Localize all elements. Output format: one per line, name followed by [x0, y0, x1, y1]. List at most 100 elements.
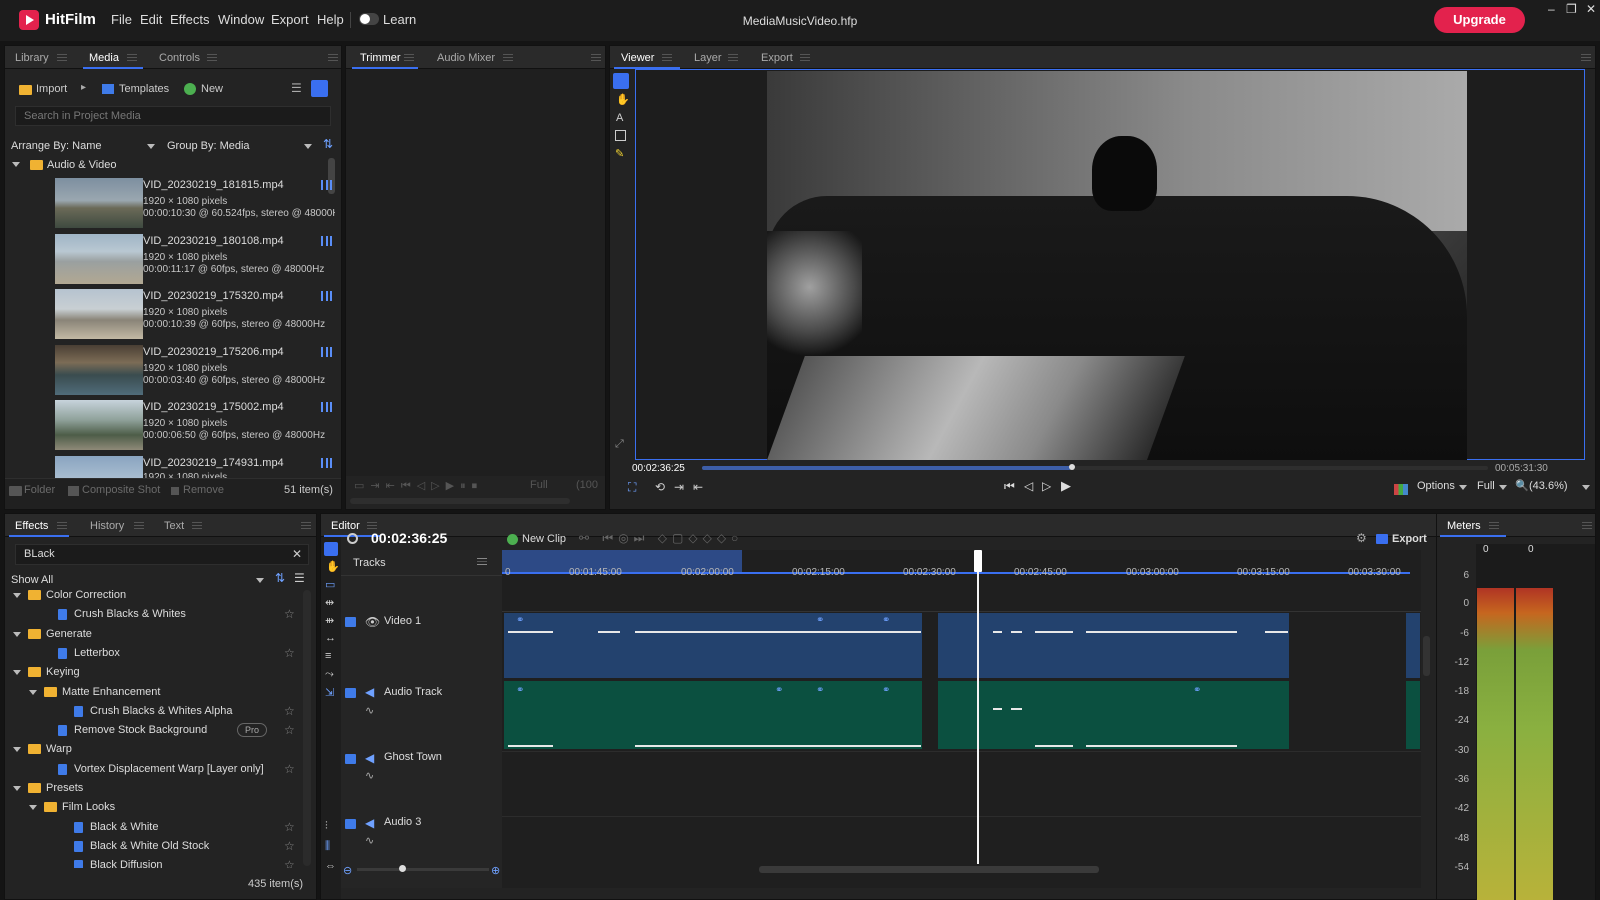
new-button[interactable]: New: [201, 83, 223, 95]
list-view-icon[interactable]: ☰: [291, 81, 302, 95]
effect-folder-row[interactable]: Color Correction: [5, 586, 301, 605]
track-lock-icon[interactable]: [345, 688, 356, 698]
trimmer-zoom[interactable]: (100: [576, 479, 598, 491]
effects-filter-dropdown[interactable]: Show All: [11, 574, 53, 586]
expand-icon[interactable]: [13, 786, 21, 791]
text-tool-icon[interactable]: A: [616, 112, 623, 124]
speaker-icon[interactable]: ◀: [365, 816, 374, 830]
media-item-name[interactable]: VID_20230219_175206.mp4: [143, 346, 284, 358]
panel-menu-icon[interactable]: [328, 54, 338, 61]
track-lock-icon[interactable]: [345, 617, 356, 627]
new-folder-button[interactable]: Folder: [24, 484, 55, 496]
remove-button[interactable]: Remove: [183, 484, 224, 496]
zoom-slider[interactable]: [357, 868, 489, 871]
track-name[interactable]: Video 1: [384, 615, 421, 627]
list-view-icon[interactable]: ☰: [294, 571, 305, 585]
expand-icon[interactable]: [29, 805, 37, 811]
step-back-icon[interactable]: ◁: [1024, 479, 1033, 493]
track-name[interactable]: Audio Track: [384, 686, 442, 698]
effect-folder-row[interactable]: Film Looks: [5, 798, 301, 817]
timeline-vscrollbar[interactable]: [1423, 636, 1430, 676]
expand-icon[interactable]: [13, 593, 21, 598]
tab-library[interactable]: Library: [15, 52, 49, 64]
media-thumbnail[interactable]: [55, 456, 143, 478]
tracks-menu-icon[interactable]: [477, 558, 487, 565]
tab-menu-icon[interactable]: [134, 522, 144, 529]
speaker-icon[interactable]: ◀: [365, 751, 374, 765]
media-item-name[interactable]: VID_20230219_174931.mp4: [143, 457, 284, 469]
track-height-icon[interactable]: ⇔: [325, 860, 336, 872]
favorite-star-icon[interactable]: ☆: [284, 607, 295, 621]
media-thumbnail[interactable]: [55, 289, 143, 339]
tab-menu-icon[interactable]: [127, 54, 137, 61]
waveform-icon[interactable]: ∿: [365, 769, 374, 782]
favorite-star-icon[interactable]: ☆: [284, 646, 295, 660]
roll-tool-icon[interactable]: ↔: [325, 632, 336, 644]
settings-icon[interactable]: ⚙: [1356, 531, 1367, 545]
media-thumbnail[interactable]: [55, 400, 143, 450]
composite-shot-button[interactable]: Composite Shot: [82, 484, 160, 496]
video-clip[interactable]: [1406, 613, 1420, 678]
slip-tool-icon[interactable]: ▭: [325, 578, 335, 591]
effect-row[interactable]: Crush Blacks & Whites ☆: [5, 605, 301, 624]
effect-row[interactable]: Crush Blacks & Whites Alpha ☆: [5, 702, 301, 721]
tab-trimmer[interactable]: Trimmer: [360, 52, 401, 64]
arrange-dropdown[interactable]: Arrange By: Name: [11, 140, 101, 152]
levels-icon[interactable]: ⫼: [325, 840, 330, 853]
rate-tool-icon[interactable]: ≡: [325, 650, 331, 662]
insert-icon[interactable]: ⇥: [674, 480, 684, 494]
tab-menu-icon[interactable]: [57, 522, 67, 529]
video-clip[interactable]: [504, 613, 922, 678]
effect-row[interactable]: Black & White ☆: [5, 818, 301, 837]
tab-media[interactable]: Media: [89, 52, 119, 64]
media-thumbnail[interactable]: [55, 234, 143, 284]
track-lock-icon[interactable]: [345, 754, 356, 764]
group-dropdown[interactable]: Group By: Media: [167, 140, 250, 152]
media-thumbnail[interactable]: [55, 178, 143, 228]
pen-tool-icon[interactable]: ✎: [615, 147, 624, 160]
zoom-slider-handle[interactable]: [399, 865, 406, 872]
track-name[interactable]: Audio 3: [384, 816, 421, 828]
tab-meters[interactable]: Meters: [1447, 520, 1481, 532]
color-space-icon[interactable]: [1394, 484, 1408, 495]
effects-search-input[interactable]: BLack: [15, 544, 309, 565]
panel-menu-icon[interactable]: [1581, 54, 1591, 61]
upgrade-button[interactable]: Upgrade: [1434, 7, 1525, 33]
import-button[interactable]: Import: [36, 83, 67, 95]
sort-icon[interactable]: ⇅: [323, 137, 333, 151]
expand-icon[interactable]: [29, 689, 37, 695]
timeline-hscrollbar[interactable]: [759, 866, 1099, 873]
overlay-icon[interactable]: ⇤: [693, 480, 703, 494]
effect-folder-row[interactable]: Presets: [5, 779, 301, 798]
expand-icon[interactable]: [13, 747, 21, 753]
video-clip[interactable]: [938, 613, 1289, 678]
folder-audio-video[interactable]: Audio & Video: [47, 159, 117, 171]
new-clip-button[interactable]: New Clip: [522, 533, 566, 545]
play-icon[interactable]: ▶: [1061, 478, 1071, 494]
tab-controls[interactable]: Controls: [159, 52, 200, 64]
resize-icon[interactable]: ⤢: [615, 438, 624, 451]
effect-row[interactable]: Vortex Displacement Warp [Layer only] ☆: [5, 760, 301, 779]
snap-tool-icon[interactable]: ⇲: [325, 686, 334, 699]
effect-row[interactable]: Black Diffusion ☆: [5, 856, 301, 868]
tab-menu-icon[interactable]: [662, 54, 672, 61]
favorite-star-icon[interactable]: ☆: [284, 704, 295, 718]
media-item-name[interactable]: VID_20230219_181815.mp4: [143, 179, 284, 191]
trimmer-quality[interactable]: Full: [530, 479, 548, 491]
effect-row[interactable]: Black & White Old Stock ☆: [5, 837, 301, 856]
eye-icon[interactable]: 👁: [365, 615, 380, 629]
zoom-in-icon[interactable]: ⊕: [491, 864, 500, 877]
editor-export-button[interactable]: Export: [1392, 533, 1427, 545]
favorite-star-icon[interactable]: ☆: [284, 839, 295, 853]
detail-view-icon[interactable]: [311, 80, 328, 97]
tab-menu-icon[interactable]: [192, 522, 202, 529]
hand-tool-icon[interactable]: ✋: [616, 93, 630, 106]
audio-mix-icon[interactable]: ⫶: [325, 820, 328, 833]
editor-markers-icons[interactable]: ⚯ ⏮◎⏭ ◇▢◇◇◇○: [579, 531, 743, 546]
effect-row[interactable]: Letterbox ☆: [5, 644, 301, 663]
tab-effects[interactable]: Effects: [15, 520, 48, 532]
effect-row[interactable]: Remove Stock Background Pro ☆: [5, 721, 301, 740]
playhead-handle[interactable]: [974, 550, 982, 572]
import-arrow-icon[interactable]: ▸: [81, 82, 86, 93]
trimmer-scrollbar[interactable]: [350, 498, 570, 504]
